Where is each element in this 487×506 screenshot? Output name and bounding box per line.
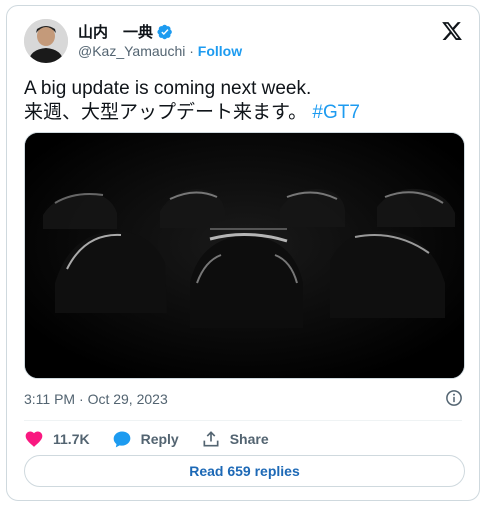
tweet-line-japanese: 来週、大型アップデート来ます。 #GT7 bbox=[24, 101, 464, 125]
verified-badge-icon bbox=[157, 24, 172, 39]
reply-bubble-icon bbox=[113, 431, 130, 448]
tweet-date: Oct 29, 2023 bbox=[87, 391, 168, 407]
avatar[interactable] bbox=[24, 19, 68, 63]
tweet-text: A big update is coming next week. 来週、大型ア… bbox=[24, 77, 464, 125]
handle-separator: · bbox=[189, 43, 194, 59]
hashtag-link[interactable]: #GT7 bbox=[312, 102, 360, 123]
timestamp-separator: · bbox=[79, 391, 84, 407]
reply-label: Reply bbox=[140, 431, 179, 447]
author-handle[interactable]: @Kaz_Yamauchi bbox=[78, 43, 185, 59]
read-replies-button[interactable]: Read 659 replies bbox=[24, 455, 465, 487]
x-logo-icon[interactable] bbox=[441, 20, 463, 42]
follow-button[interactable]: Follow bbox=[198, 43, 242, 59]
divider bbox=[24, 420, 462, 421]
tweet-line-english: A big update is coming next week. bbox=[24, 78, 312, 99]
like-count: 11.7K bbox=[53, 431, 90, 447]
tweet-card: 山内 一典 @Kaz_Yamauchi · Follow A big updat… bbox=[6, 5, 480, 501]
reply-button[interactable]: Reply bbox=[112, 429, 179, 449]
tweet-time: 3:11 PM bbox=[24, 391, 76, 407]
cars-silhouette-image bbox=[25, 133, 464, 378]
action-bar: 11.7K Reply Share bbox=[24, 428, 269, 450]
tweet-media-image[interactable] bbox=[24, 132, 465, 379]
heart-icon bbox=[25, 431, 43, 447]
tweet-japanese-text: 来週、大型アップデート来ます。 bbox=[24, 102, 308, 123]
like-button[interactable]: 11.7K bbox=[24, 429, 90, 449]
info-icon[interactable] bbox=[445, 389, 463, 407]
share-label: Share bbox=[229, 431, 269, 447]
author-display-name[interactable]: 山内 一典 bbox=[78, 21, 153, 42]
tweet-timestamp[interactable]: 3:11 PM · Oct 29, 2023 bbox=[24, 391, 168, 407]
share-button[interactable]: Share bbox=[201, 429, 269, 449]
author-handle-row: @Kaz_Yamauchi · Follow bbox=[78, 43, 242, 59]
share-upload-icon bbox=[203, 431, 219, 447]
author-name-row[interactable]: 山内 一典 bbox=[78, 21, 173, 42]
